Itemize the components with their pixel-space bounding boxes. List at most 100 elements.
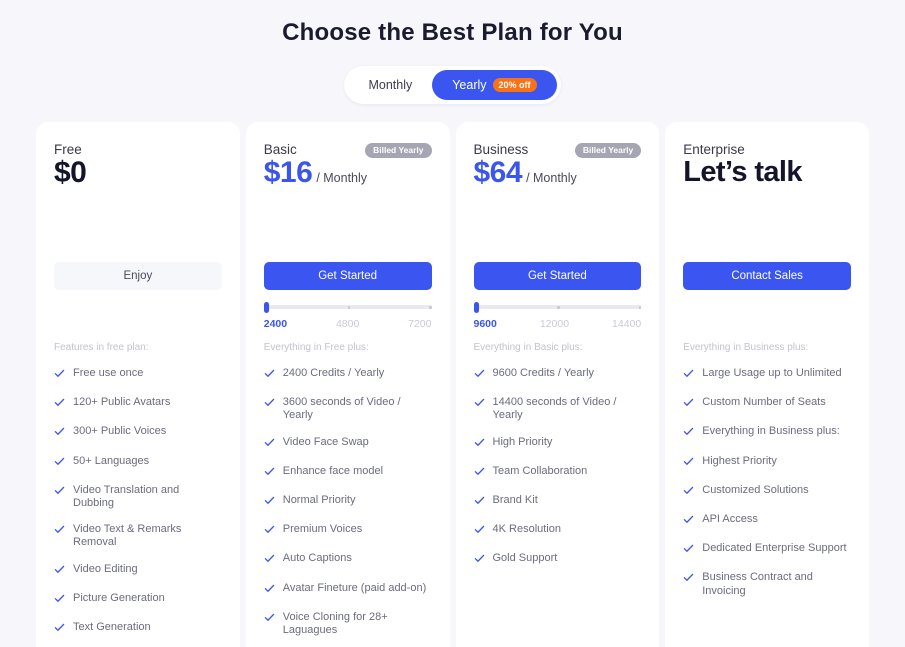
check-icon [264,524,275,539]
feature-label: Premium Voices [282,523,363,536]
features-list: 2400 Credits / Yearly 3600 seconds of Vid… [264,367,432,647]
feature-label: Avatar Fineture (paid add-on) [282,581,427,594]
feature-item: Gold Support [474,552,642,568]
check-icon [54,524,65,539]
billed-yearly-badge: Billed Yearly [574,143,642,158]
check-icon [474,437,485,452]
feature-label: 2400 Credits [282,367,346,379]
credits-slider[interactable] [473,302,642,313]
plan-price: Let’s talk [683,156,802,188]
slider-tick-end [638,306,642,309]
plan-name: Enterprise [683,142,745,157]
feature-label: Custom Number of Seats [702,396,826,409]
check-icon [54,593,65,608]
feature-item: Everything in Business plus: [683,425,851,441]
feature-label: Voice Cloning for 28+ Laguagues [282,610,388,636]
feature-item: Customized Solutions [683,484,851,500]
plan-cta-button[interactable]: Enjoy [54,262,222,290]
feature-item: Highest Priority [683,455,851,471]
billed-yearly-badge: Billed Yearly [365,143,432,158]
feature-text-wrap: High Priority [493,436,553,449]
feature-text-wrap: Custom Number of Seats [702,396,826,409]
toggle-option-yearly[interactable]: Yearly 20% off [432,70,557,100]
feature-label: 300+ Public Voices [73,425,167,438]
feature-text-wrap: Avatar Fineture (paid add-on) [283,582,427,595]
feature-text-wrap: 4K Resolution [493,523,562,536]
plan-period: / Monthly [526,171,577,185]
feature-label: 120+ Public Avatars [73,396,171,409]
features-list: 9600 Credits / Yearly 14400 seconds of Vi… [474,367,642,569]
feature-item: Brand Kit [474,494,642,510]
feature-label: Video Editing [73,562,138,575]
feature-text-wrap: Team Collaboration [493,465,588,478]
feature-item: High Priority [474,436,642,452]
feature-text-wrap: Video Face Swap [283,436,369,449]
price-row: Let’s talk [683,156,851,189]
feature-suffix: / Yearly [345,367,385,379]
feature-item: Video Editing [54,563,222,579]
slider-thumb[interactable] [473,302,479,313]
features-title: Everything in Business plus: [683,342,809,353]
features-list: Free use once 120+ Public Avatars 300+ Pub… [54,367,222,637]
credits-slider[interactable] [263,302,432,313]
feature-label: Enhance face model [282,464,384,477]
feature-label: Free use once [73,367,144,379]
feature-text-wrap: 300+ Public Voices [73,425,166,438]
feature-item: Text Generation [54,621,222,637]
check-icon [683,485,694,500]
slider-label-0: 2400 [263,318,288,330]
check-icon [264,553,275,568]
slider-label-2: 7200 [408,318,432,330]
check-icon [264,437,275,452]
pricing-cards: Free $0 Enjoy Features in free plan: Free us… [0,122,905,647]
slider-label-1: 4800 [335,318,360,330]
feature-label: 9600 Credits [492,367,555,379]
feature-label: Large Usage up to Unlimited [702,367,842,379]
check-icon [683,572,694,587]
check-icon [264,495,275,510]
feature-label: 4K Resolution [492,523,562,536]
toggle-option-monthly[interactable]: Monthly [348,70,432,100]
feature-label: 3600 seconds of Video / Yearly [282,396,401,422]
plan-price: $64 [473,156,523,189]
check-icon [54,426,65,441]
pricing-card-enterprise: Enterprise Let’s talk Contact Sales Everyth… [665,122,869,647]
feature-item: Normal Priority [264,494,432,510]
feature-item: Video Translation and Dubbing [54,484,222,510]
cta-slot: Contact Sales [683,204,851,290]
plan-name: Free [54,142,82,157]
check-icon [683,397,694,412]
feature-text-wrap: Dedicated Enterprise Support [702,542,846,555]
feature-item: 120+ Public Avatars [54,396,222,412]
feature-text-wrap: Normal Priority [283,494,356,507]
feature-item: 300+ Public Voices [54,425,222,441]
check-icon [474,553,485,568]
check-icon [683,543,694,558]
plan-cta-button[interactable]: Contact Sales [683,262,851,290]
feature-text-wrap: Brand Kit [493,494,538,507]
pricing-card-business: Business $64/ Monthly Billed Yearly Get Sta… [455,122,660,647]
credits-slider-slot: 9600 12000 14400 [473,290,642,336]
feature-text-wrap: Customized Solutions [702,484,808,497]
billing-toggle[interactable]: Monthly Yearly 20% off [344,66,561,104]
plan-period: / Monthly [316,171,368,185]
check-icon [474,495,485,510]
check-icon [264,466,275,481]
slider-thumb[interactable] [263,302,269,313]
check-icon [683,456,694,471]
toggle-monthly-label: Monthly [368,78,413,92]
feature-item: Video Face Swap [264,436,432,452]
card-header: Free $0 [54,142,222,204]
feature-suffix: / Yearly [554,367,595,379]
check-icon [474,466,485,481]
feature-label: Video Translation and Dubbing [73,483,180,509]
price-row: $0 [54,156,222,190]
check-icon [54,485,65,500]
plan-cta-button[interactable]: Get Started [263,262,432,290]
slider-label-1: 12000 [539,318,570,330]
plan-cta-button[interactable]: Get Started [473,262,642,290]
feature-text-wrap: Highest Priority [702,455,777,468]
plan-price: $16 [263,156,313,189]
feature-item: Team Collaboration [474,465,642,481]
feature-label: Customized Solutions [702,483,809,496]
